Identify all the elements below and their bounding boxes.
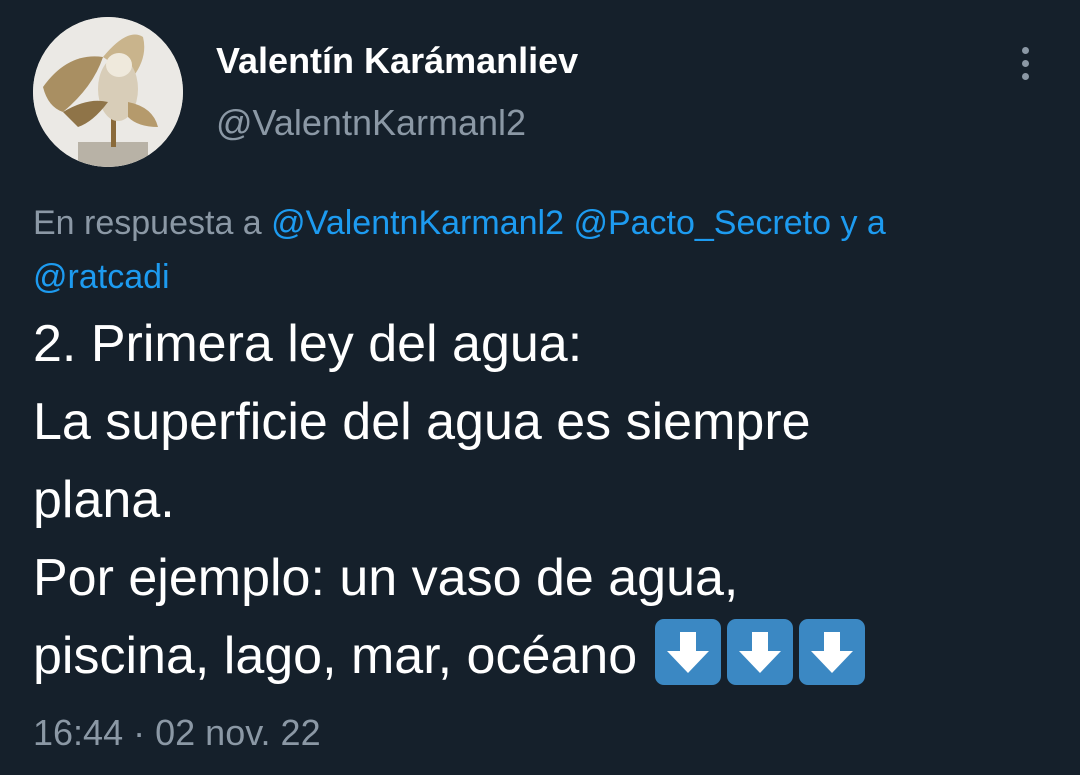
tweet-line: La superficie del agua es siempre (33, 393, 811, 451)
more-dot (1021, 59, 1029, 67)
timestamp[interactable]: 16:44 · 02 nov. 22 (33, 712, 321, 754)
down-arrow-emoji (655, 619, 722, 685)
tweet-line: plana. (33, 471, 175, 529)
tweet-line-with-emoji: piscina, lago, mar, océano (33, 617, 1053, 695)
emoji-group (637, 619, 866, 685)
avatar[interactable] (33, 17, 183, 167)
tweet-text: 2. Primera ley del agua: La superficie d… (33, 305, 1053, 695)
tweet-date: 02 nov. 22 (155, 712, 321, 753)
mention-connector[interactable]: y a (840, 204, 885, 242)
display-name[interactable]: Valentín Karámanliev (216, 40, 578, 82)
reply-context: En respuesta a @ValentnKarmanl2 @Pacto_S… (33, 196, 1053, 304)
mention-link[interactable]: @ratcadi (33, 258, 170, 296)
down-arrow-emoji (727, 619, 794, 685)
user-handle[interactable]: @ValentnKarmanl2 (216, 102, 526, 144)
tweet-line: 2. Primera ley del agua: (33, 315, 583, 373)
owl-sculpture-avatar (33, 17, 183, 167)
more-dot (1021, 72, 1029, 80)
tweet-time: 16:44 (33, 712, 124, 753)
mention-link[interactable]: @ValentnKarmanl2 (271, 204, 564, 242)
more-dot (1021, 46, 1029, 54)
tweet-line: Por ejemplo: un vaso de agua, (33, 549, 739, 607)
down-arrow-emoji (799, 619, 866, 685)
tweet-line: piscina, lago, mar, océano (33, 627, 638, 685)
meta-separator: · (133, 712, 146, 753)
reply-prefix: En respuesta a (33, 204, 262, 242)
mention-link[interactable]: @Pacto_Secreto (573, 204, 831, 242)
more-options-icon[interactable] (1004, 38, 1046, 88)
